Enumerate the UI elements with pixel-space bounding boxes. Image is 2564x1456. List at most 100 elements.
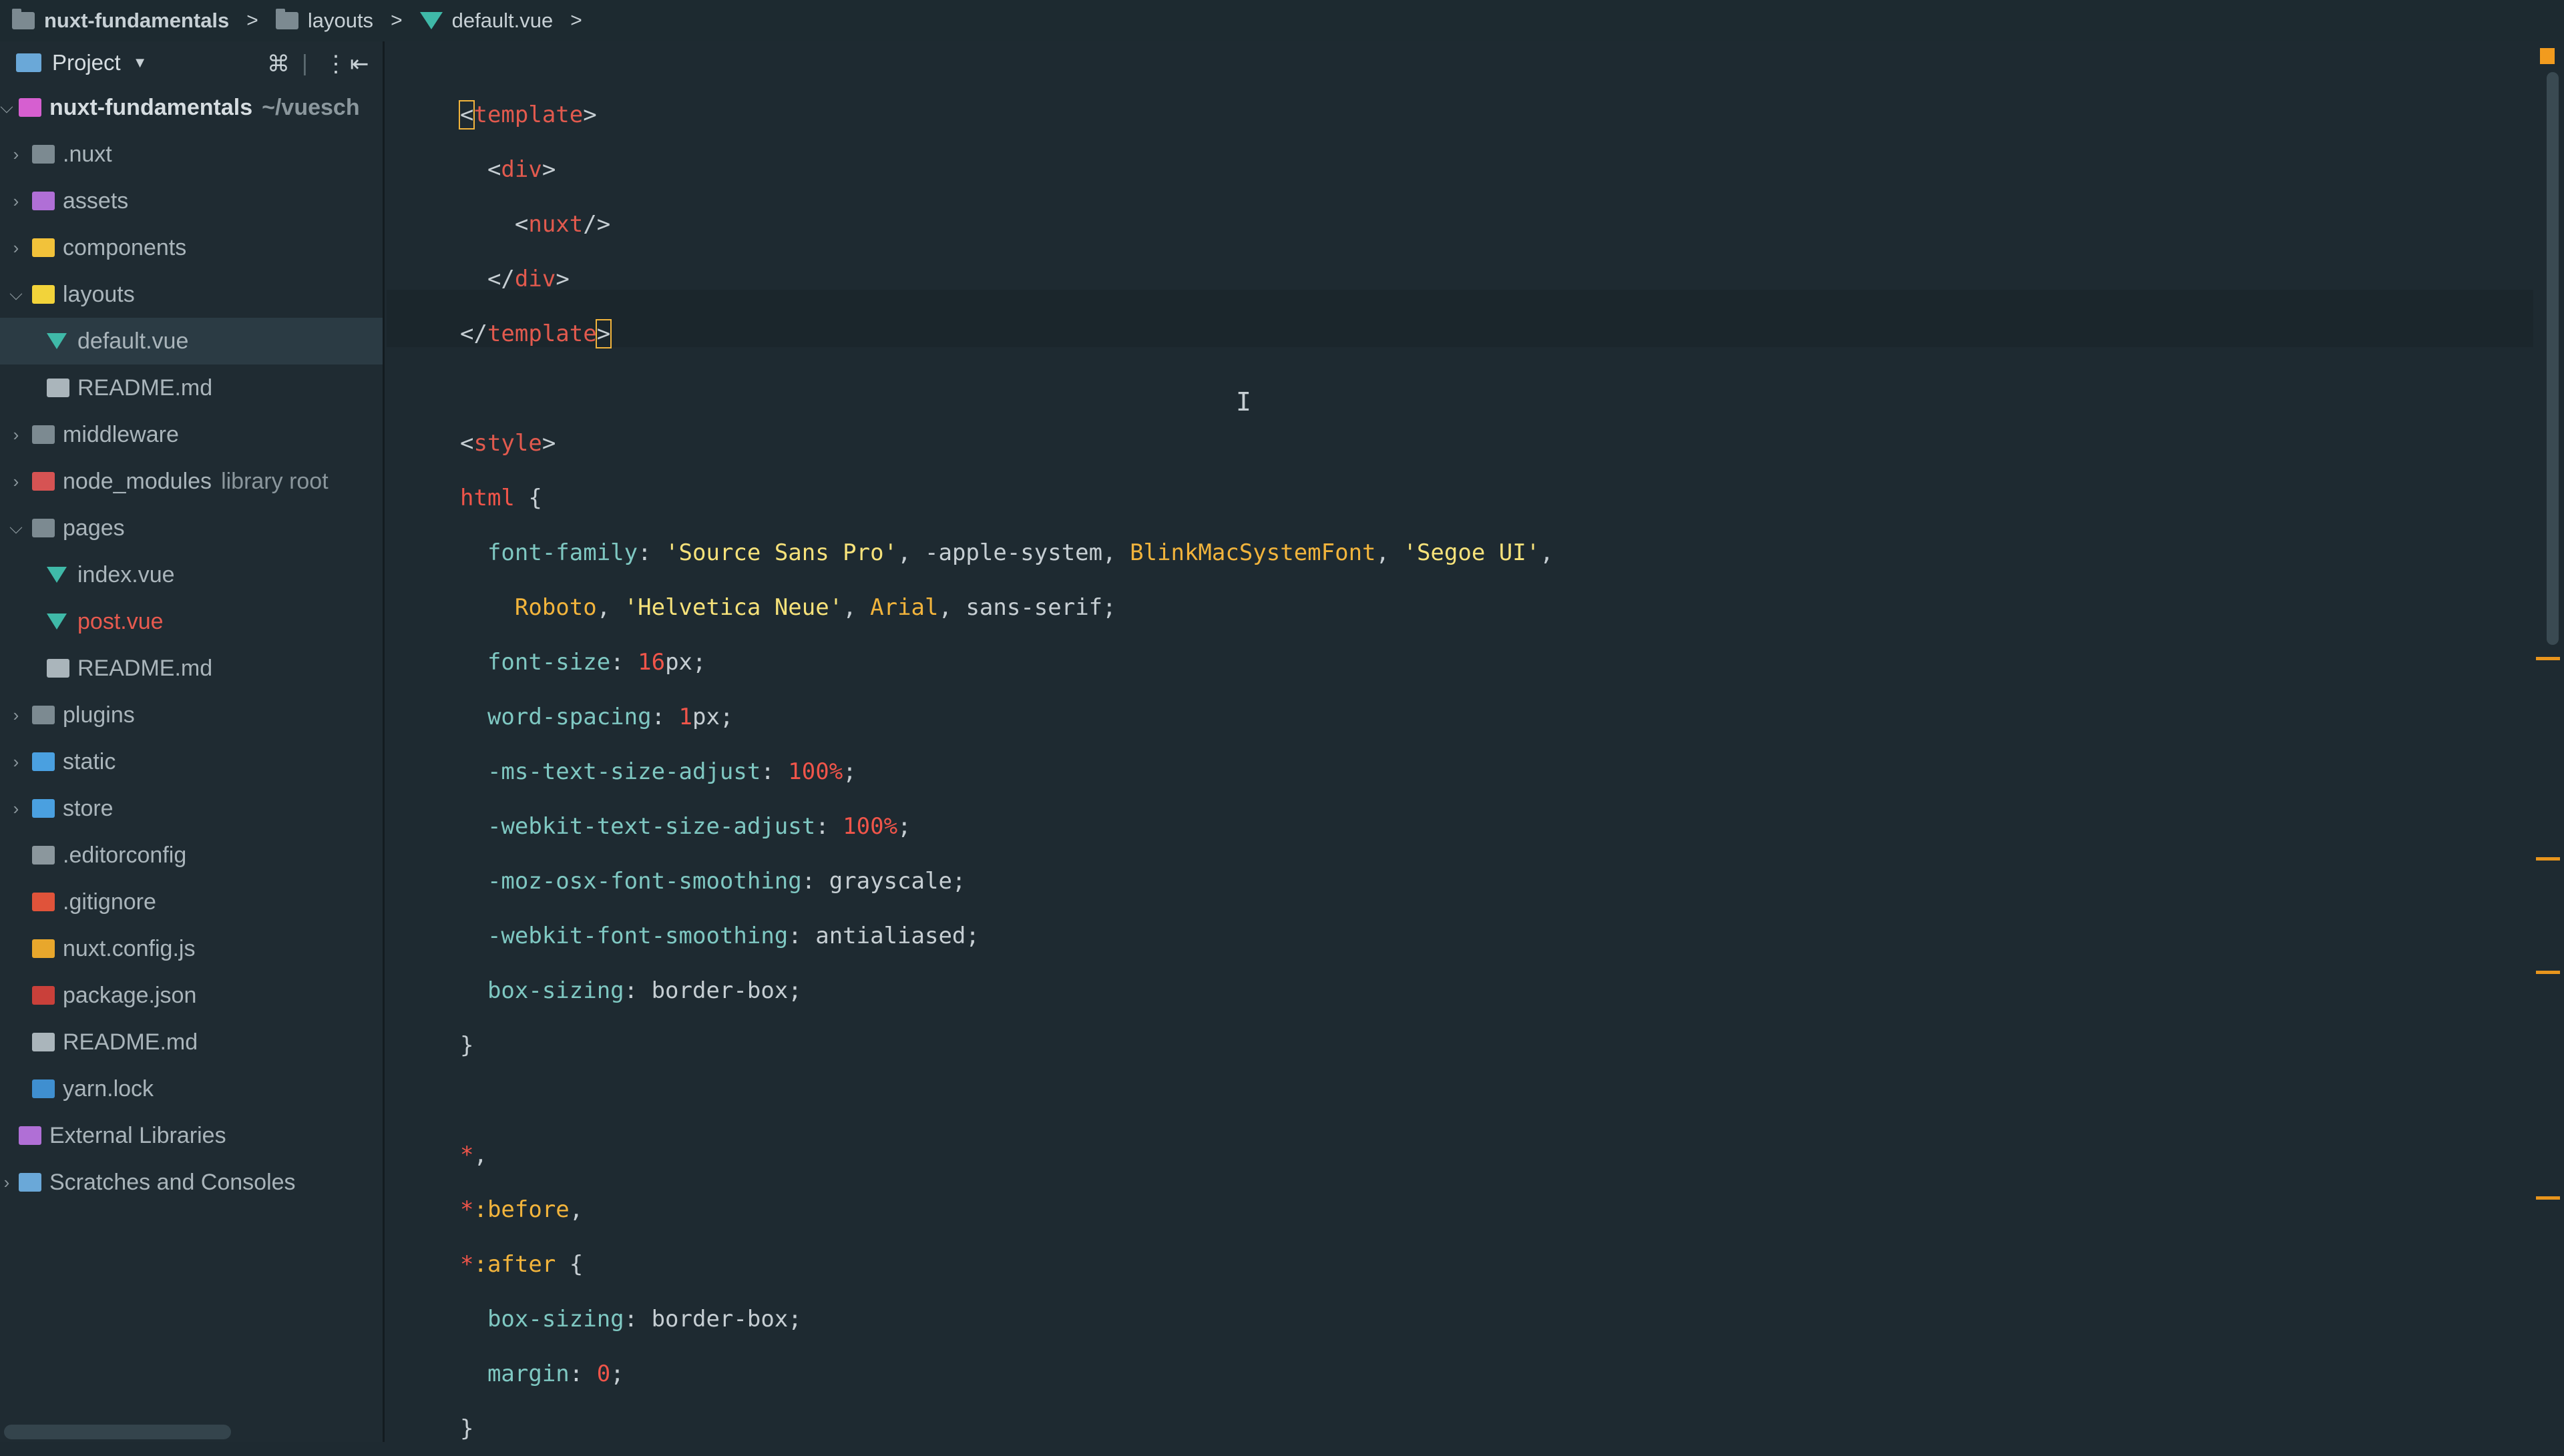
tree-item[interactable]: .gitignore: [0, 879, 383, 925]
code-line[interactable]: < nuxt/>: [460, 197, 610, 252]
code-line[interactable]: -webkit-text-size-adjust: 100%;: [460, 799, 911, 854]
code-line[interactable]: html {: [460, 471, 542, 525]
code-line[interactable]: box-sizing: border-box;: [460, 1292, 802, 1347]
tree-item[interactable]: index.vue: [0, 551, 383, 598]
code-line[interactable]: </template >: [460, 306, 612, 361]
code-line[interactable]: font-family: 'Source Sans Pro', -apple-s…: [460, 525, 1554, 580]
warning-marker[interactable]: [2536, 857, 2560, 861]
chevron-down-icon[interactable]: ⌵: [8, 284, 24, 305]
module-folder-icon: [19, 98, 41, 117]
code-line[interactable]: *:after {: [460, 1237, 583, 1292]
chevron-down-icon[interactable]: ▼: [133, 54, 148, 71]
chevron-right-icon[interactable]: ›: [8, 798, 24, 819]
error-stripe[interactable]: [2533, 41, 2564, 1442]
tree-item[interactable]: nuxt.config.js: [0, 925, 383, 972]
js-file-icon: [32, 939, 55, 958]
tree-item[interactable]: External Libraries: [0, 1112, 383, 1159]
code-editor[interactable]: < template > < div > < nuxt/> </div > </templat…: [387, 41, 2564, 1442]
warning-marker[interactable]: [2536, 1196, 2560, 1200]
folder-icon: [32, 145, 55, 164]
tree-item-label: .nuxt: [63, 141, 112, 167]
code-token: , -apple-system,: [897, 539, 1130, 566]
code-line[interactable]: }: [460, 1401, 473, 1456]
code-token: >: [556, 266, 570, 292]
tree-item[interactable]: post.vue: [0, 598, 383, 645]
chevron-right-icon[interactable]: ›: [8, 238, 24, 258]
chevron-right-icon[interactable]: ›: [8, 144, 24, 165]
chevron-down-icon[interactable]: ⌵: [0, 97, 15, 118]
tree-item[interactable]: README.md: [0, 365, 383, 411]
code-line[interactable]: -ms-text-size-adjust: 100%;: [460, 744, 857, 799]
code-line[interactable]: -moz-osx-font-smoothing: grayscale;: [460, 854, 966, 909]
breadcrumb-folder[interactable]: layouts: [275, 9, 373, 33]
horizontal-scrollbar[interactable]: [4, 1425, 231, 1439]
tree-item-label: README.md: [77, 655, 213, 681]
code-line[interactable]: < style >: [460, 416, 556, 471]
tree-item[interactable]: › assets: [0, 178, 383, 224]
tree-item[interactable]: ⌵ nuxt-fundamentals ~/vuesch: [0, 84, 383, 131]
hide-panel-icon[interactable]: ⇤: [350, 51, 369, 77]
code-line[interactable]: *:before,: [460, 1182, 583, 1237]
project-view-selector[interactable]: Project: [52, 50, 121, 75]
tree-item[interactable]: ⌵ pages: [0, 505, 383, 551]
tree-item[interactable]: README.md: [0, 645, 383, 692]
tree-item[interactable]: › Scratches and Consoles: [0, 1159, 383, 1206]
vertical-scrollbar[interactable]: [2547, 72, 2559, 645]
code-line[interactable]: margin: 0;: [460, 1347, 624, 1401]
tree-item[interactable]: › .nuxt: [0, 131, 383, 178]
warning-marker[interactable]: [2536, 971, 2560, 974]
chevron-right-icon[interactable]: ›: [8, 425, 24, 445]
breadcrumb-project[interactable]: nuxt-fundamentals: [12, 9, 229, 33]
code-token: nuxt: [528, 211, 584, 238]
code-token: *: [460, 1142, 474, 1168]
code-line[interactable]: Roboto, 'Helvetica Neue', Arial, sans-se…: [460, 580, 1116, 635]
tree-item[interactable]: ⌵ layouts: [0, 271, 383, 318]
chevron-right-icon[interactable]: ›: [8, 471, 24, 492]
collapse-all-icon[interactable]: ⌘: [267, 51, 290, 77]
code-line[interactable]: </div >: [460, 252, 570, 306]
code-token: ,: [843, 594, 871, 621]
tree-item[interactable]: › static: [0, 738, 383, 785]
chevron-right-icon[interactable]: ›: [8, 705, 24, 726]
chevron-right-icon[interactable]: ›: [8, 191, 24, 212]
warning-indicator-icon[interactable]: [2540, 48, 2555, 64]
scratches-icon: [19, 1173, 41, 1192]
code-token: : border-box;: [624, 977, 802, 1004]
tree-item[interactable]: › node_modules library root: [0, 458, 383, 505]
code-token: :: [569, 1361, 597, 1387]
code-line[interactable]: font-size: 16 px;: [460, 635, 706, 690]
more-options-icon[interactable]: ⋮: [325, 51, 347, 77]
current-line-highlight: [387, 290, 2533, 347]
code-token: />: [583, 211, 611, 238]
code-line[interactable]: < template >: [458, 87, 597, 142]
breadcrumb-file[interactable]: default.vue: [419, 9, 553, 33]
code-line[interactable]: }: [460, 1018, 473, 1073]
tree-item[interactable]: package.json: [0, 972, 383, 1019]
code-line[interactable]: < div >: [460, 142, 556, 197]
chevron-down-icon[interactable]: ⌵: [8, 517, 24, 539]
code-token: box-sizing: [460, 1306, 624, 1332]
tree-item[interactable]: yarn.lock: [0, 1065, 383, 1112]
code-token: px;: [692, 704, 734, 730]
code-line[interactable]: word-spacing: 1 px;: [460, 690, 734, 744]
code-token: ,: [1540, 539, 1554, 566]
tree-item[interactable]: .editorconfig: [0, 832, 383, 879]
tree-item[interactable]: default.vue: [0, 318, 383, 365]
code-line[interactable]: *,: [460, 1128, 487, 1182]
code-token: -webkit-font-smoothing: [460, 923, 789, 949]
tree-item[interactable]: › store: [0, 785, 383, 832]
tree-item[interactable]: README.md: [0, 1019, 383, 1065]
chevron-right-icon[interactable]: ›: [0, 1172, 15, 1193]
chevron-right-icon[interactable]: ›: [8, 752, 24, 772]
tree-item[interactable]: › middleware: [0, 411, 383, 458]
code-line[interactable]: box-sizing: border-box;: [460, 963, 802, 1018]
warning-marker[interactable]: [2536, 657, 2560, 660]
code-token: ;: [843, 758, 857, 785]
breadcrumb: nuxt-fundamentals > layouts > default.vu…: [0, 0, 2564, 41]
tree-item-label: middleware: [63, 421, 179, 447]
code-line[interactable]: -webkit-font-smoothing: antialiased;: [460, 909, 980, 963]
tree-item[interactable]: › plugins: [0, 692, 383, 738]
code-token: >: [583, 101, 597, 128]
code-token: ;: [897, 813, 911, 840]
tree-item[interactable]: › components: [0, 224, 383, 271]
